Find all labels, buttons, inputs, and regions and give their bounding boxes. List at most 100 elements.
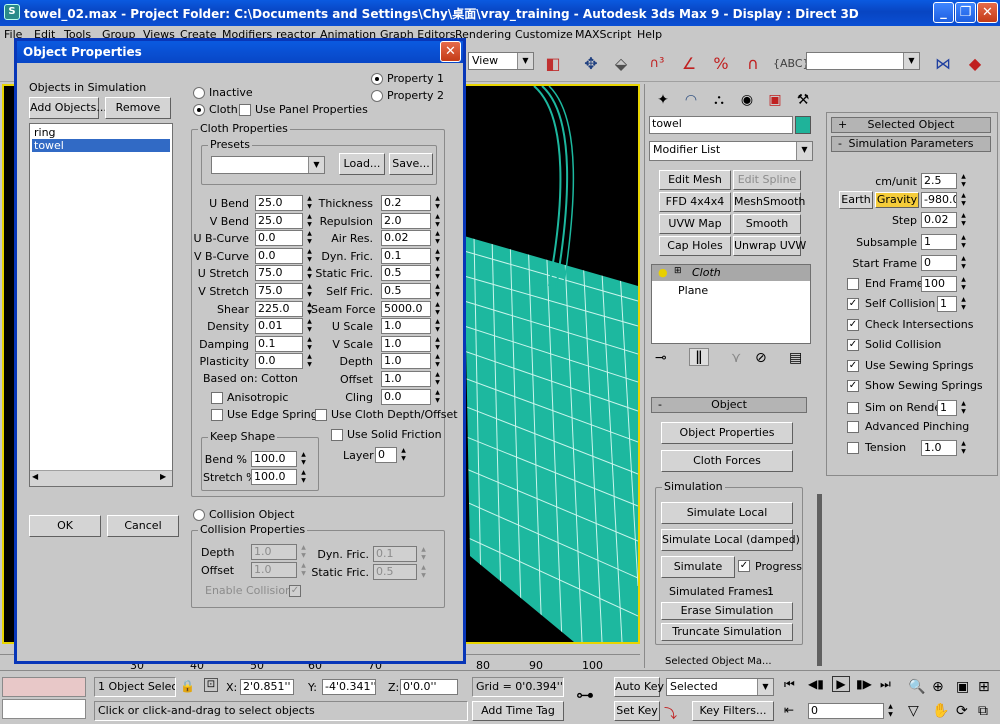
close-button[interactable]: ✕ <box>977 2 998 23</box>
depth-field[interactable]: 1.0 <box>381 353 431 369</box>
advanced-pinching-checkbox[interactable] <box>847 421 859 433</box>
objects-list[interactable]: ring towel ◀ ▶ <box>29 123 173 487</box>
progress-checkbox[interactable]: ✓ <box>738 560 750 572</box>
show-end-result-icon[interactable]: ǁ <box>689 348 709 366</box>
solid-collision-checkbox[interactable]: ✓ <box>847 339 859 351</box>
previous-frame-icon[interactable]: ◀▮ <box>808 677 824 691</box>
percent-snap-icon[interactable]: % <box>706 50 736 78</box>
object-name-field[interactable]: towel <box>649 116 793 134</box>
self-fric-field[interactable]: 0.5 <box>381 283 431 299</box>
pivot-icon[interactable]: ◧ <box>538 50 568 78</box>
bend-spinner[interactable]: ▲ ▼ <box>299 451 308 467</box>
use-cloth-depth-offset-checkbox[interactable] <box>315 409 327 421</box>
thickness-spinner[interactable]: ▲ ▼ <box>433 195 442 211</box>
move-icon[interactable]: ✥ <box>576 50 606 78</box>
end-frame-checkbox[interactable] <box>847 278 859 290</box>
set-key-button[interactable]: Set Key <box>614 701 660 721</box>
app-icon[interactable]: S <box>4 4 20 20</box>
inactive-radio[interactable] <box>193 87 205 99</box>
v-b-curve-field[interactable]: 0.0 <box>255 248 303 264</box>
offset-field[interactable]: 1.0 <box>381 371 431 387</box>
objects-list-hscrollbar[interactable]: ◀ ▶ <box>30 470 172 486</box>
start-frame-field[interactable]: 0 <box>921 255 957 271</box>
thickness-field[interactable]: 0.2 <box>381 195 431 211</box>
cancel-button[interactable]: Cancel <box>107 515 179 537</box>
modify-tab-icon[interactable]: ◠ <box>677 86 705 110</box>
shear-field[interactable]: 225.0 <box>255 301 303 317</box>
unwrap-uvw-button[interactable]: Unwrap UVW <box>733 236 806 256</box>
show-sewing-springs-checkbox[interactable]: ✓ <box>847 380 859 392</box>
tension-field[interactable]: 1.0 <box>921 440 957 456</box>
object-color-swatch[interactable] <box>795 116 811 134</box>
spinner-snap-icon[interactable]: ∩ <box>738 50 768 78</box>
key-mode-toggle-icon[interactable]: ⇤ <box>784 703 794 717</box>
lightbulb-icon[interactable]: ● <box>658 266 668 279</box>
create-tab-icon[interactable]: ✦ <box>649 86 677 110</box>
key-mode-icon[interactable]: ⤵ <box>664 703 677 722</box>
cling-field[interactable]: 0.0 <box>381 389 431 405</box>
v-scale-field[interactable]: 1.0 <box>381 336 431 352</box>
field-of-view-icon[interactable]: ▽ <box>908 703 919 719</box>
object-rollout-header[interactable]: - Object <box>651 397 807 413</box>
pin-stack-icon[interactable]: ⊸ <box>655 350 667 366</box>
dyn-fric-field[interactable]: 0.1 <box>381 248 431 264</box>
u-bend-field[interactable]: 25.0 <box>255 195 303 211</box>
named-selection-dropdown[interactable]: ▼ <box>806 52 920 70</box>
gravity-spinner[interactable]: ▲ ▼ <box>959 192 968 208</box>
self-collision-checkbox[interactable]: ✓ <box>847 298 859 310</box>
end-frame-field[interactable]: 100 <box>921 276 957 292</box>
static-fric-spinner[interactable]: ▲ ▼ <box>433 265 442 281</box>
save-preset-button[interactable]: Save... <box>389 153 433 175</box>
current-frame-spinner[interactable]: ▲ ▼ <box>886 703 895 719</box>
mirror-icon[interactable]: ⋈ <box>928 50 958 78</box>
cling-spinner[interactable]: ▲ ▼ <box>433 389 442 405</box>
collision-static-fric-field[interactable]: 0.5 <box>373 564 417 580</box>
cm-unit-field[interactable]: 2.5 <box>921 173 957 189</box>
depth-spinner[interactable]: ▲ ▼ <box>433 353 442 369</box>
utilities-tab-icon[interactable]: ⚒ <box>789 86 817 110</box>
check-intersections-checkbox[interactable]: ✓ <box>847 319 859 331</box>
simulation-parameters-header[interactable]: - Simulation Parameters <box>831 136 991 152</box>
z-coordinate-field[interactable]: 0'0.0'' <box>400 679 458 695</box>
motion-tab-icon[interactable]: ◉ <box>733 86 761 110</box>
pan-icon[interactable]: ✋ <box>932 703 949 719</box>
use-panel-properties-checkbox[interactable] <box>239 104 251 116</box>
erase-simulation-button[interactable]: Erase Simulation <box>661 602 793 620</box>
add-objects-button[interactable]: Add Objects... <box>29 97 107 119</box>
meshsmooth-button[interactable]: MeshSmooth <box>733 192 805 212</box>
key-filters-button[interactable]: Key Filters... <box>692 701 774 721</box>
maxscript-listener-white[interactable] <box>2 699 86 719</box>
edit-named-selection-icon[interactable]: {ABC} <box>772 50 810 78</box>
display-tab-icon[interactable]: ▣ <box>761 86 789 110</box>
collision-depth-spinner[interactable]: ▲ ▼ <box>299 544 308 560</box>
v-scale-spinner[interactable]: ▲ ▼ <box>433 336 442 352</box>
scroll-left-icon[interactable]: ◀ <box>32 472 38 481</box>
arc-rotate-icon[interactable]: ⟳ <box>956 703 968 719</box>
maximize-button[interactable]: ❐ <box>955 2 976 23</box>
density-field[interactable]: 0.01 <box>255 318 303 334</box>
u-scale-field[interactable]: 1.0 <box>381 318 431 334</box>
simulate-button[interactable]: Simulate <box>661 556 735 578</box>
play-icon[interactable]: ▶ <box>832 676 850 692</box>
layer-spinner[interactable]: ▲ ▼ <box>399 447 408 463</box>
edit-spline-button[interactable]: Edit Spline <box>733 170 801 190</box>
scroll-right-icon[interactable]: ▶ <box>160 472 166 481</box>
ffd-button[interactable]: FFD 4x4x4 <box>659 192 731 212</box>
object-properties-button[interactable]: Object Properties <box>661 422 793 444</box>
menu-help[interactable]: Help <box>637 28 662 41</box>
absolute-mode-icon[interactable]: ⊡ <box>204 678 218 692</box>
offset-spinner[interactable]: ▲ ▼ <box>433 371 442 387</box>
list-item[interactable]: ring <box>32 126 170 139</box>
cap-holes-button[interactable]: Cap Holes <box>659 236 731 256</box>
set-key-icon[interactable]: ⊶ <box>576 685 594 706</box>
repulsion-spinner[interactable]: ▲ ▼ <box>433 213 442 229</box>
make-unique-icon[interactable]: ⋎ <box>731 350 741 366</box>
air-res-spinner[interactable]: ▲ ▼ <box>433 230 442 246</box>
remove-modifier-icon[interactable]: ⊘ <box>755 350 767 366</box>
layer-field[interactable]: 0 <box>375 447 397 463</box>
bend-field[interactable]: 100.0 <box>251 451 297 467</box>
expand-icon[interactable]: ⊞ <box>674 266 682 276</box>
load-preset-button[interactable]: Load... <box>339 153 385 175</box>
select-manipulate-icon[interactable]: ⬙ <box>606 50 636 78</box>
selected-object-manip-rollout[interactable]: Selected Object Ma... <box>665 656 772 666</box>
